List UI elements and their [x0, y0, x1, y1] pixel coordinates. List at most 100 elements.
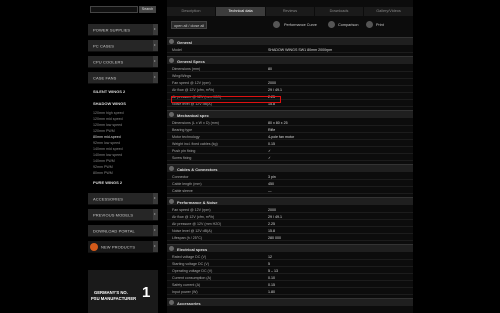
nav-accessories[interactable]: ACCESSORIES [88, 193, 158, 205]
section-header[interactable]: Cables & Connectors [167, 164, 413, 172]
section-header[interactable]: General Specs [167, 56, 413, 64]
spec-row: Input power (W) 1.80 [167, 288, 413, 295]
tab-reviews[interactable]: Reviews [266, 7, 314, 16]
spec-label: Safety current (A) [172, 282, 201, 287]
nav-power-supplies[interactable]: POWER SUPPLIES [88, 24, 158, 36]
section-icon [169, 39, 174, 44]
spec-row: Dimensions (L x W x D) (mm) 80 x 80 x 25 [167, 119, 413, 126]
section-icon [169, 300, 174, 305]
section-title: Cables & Connectors [177, 166, 218, 172]
spec-row: Starting voltage DC (V) 5 [167, 260, 413, 267]
spec-value: — [268, 188, 272, 193]
spec-label: Air pressure @ 12V (mm H2O) [172, 221, 222, 226]
section-header[interactable]: General [167, 37, 413, 45]
compare-icon [328, 21, 335, 28]
main-content: Description Technical data Reviews Downl… [167, 0, 413, 313]
nav-pure-wings[interactable]: PURE WINGS 2 [93, 180, 122, 185]
section-icon [169, 199, 174, 204]
performance-curve-button[interactable]: Performance Curve [282, 21, 319, 29]
highlight-box [171, 96, 281, 103]
nav-sub-item[interactable]: 80mm PWM [93, 171, 113, 175]
spec-label: Air flow @ 12V (cfm, m³/h) [172, 214, 215, 219]
nav-sub-item[interactable]: 140mm PWM [93, 159, 115, 163]
search-button[interactable]: Search [139, 6, 156, 13]
spec-value: 2000 [268, 80, 276, 85]
spec-label: Cable length (mm) [172, 181, 202, 186]
section-title: Accessories [177, 300, 201, 306]
comparison-button[interactable]: Comparison [336, 21, 360, 29]
tab-gallery[interactable]: Gallery/Videos [364, 7, 413, 16]
spec-value: 80 x 80 x 25 [268, 120, 288, 125]
tab-technical-data[interactable]: Technical data [216, 7, 265, 16]
nav-sub-item[interactable]: 140mm mid speed [93, 147, 123, 151]
spec-label: Starting voltage DC (V) [172, 261, 209, 266]
spec-value: 0.10 [268, 275, 275, 280]
section-header[interactable]: Mechanical spec [167, 110, 413, 118]
search-input[interactable] [90, 6, 138, 13]
nav-label: CPU COOLERS [93, 59, 124, 64]
spec-row: Screw fixing ✓ [167, 154, 413, 161]
spec-row: Cable length (mm) 450 [167, 180, 413, 187]
spec-row: Safety current (A) 0.15 [167, 281, 413, 288]
nav-shadow-wings[interactable]: SHADOW WINGS [93, 101, 126, 106]
spec-label: Input power (W) [172, 289, 198, 294]
nav-download-portal[interactable]: DOWNLOAD PORTAL [88, 225, 158, 237]
chevron-down-icon [153, 72, 158, 83]
nav-sub-item[interactable]: 120mm mid speed [93, 117, 123, 121]
spec-label: Fan speed @ 12V (rpm) [172, 207, 211, 212]
section-title: General Specs [177, 58, 205, 64]
spec-value: SHADOW WINGS SW1 80mm 2000rpm [268, 47, 333, 52]
spec-value: 80 [268, 66, 272, 71]
spec-row: Bearing type Rifle [167, 126, 413, 133]
spec-label: Model [172, 47, 182, 52]
nav-label: NEW PRODUCTS [101, 244, 136, 249]
spec-label: Noise level @ 12V dB(A) [172, 228, 212, 233]
promo-line2: PSU MANUFACTURER [91, 296, 137, 301]
nav-sub-item[interactable]: 140mm low speed [93, 153, 122, 157]
nav-pc-cases[interactable]: PC CASES [88, 40, 158, 52]
spec-value: ✓ [268, 155, 272, 160]
nav-sub-item[interactable]: 80mm mid-speed [93, 135, 121, 139]
section-icon [169, 58, 174, 63]
chevron-right-icon [153, 193, 158, 204]
nav-silent-wings[interactable]: SILENT WINGS 2 [93, 89, 125, 94]
spec-value: ✓ [268, 148, 272, 153]
print-button[interactable]: Print [374, 21, 386, 29]
spec-row: Operating voltage DC (V) 5 – 13 [167, 267, 413, 274]
spec-row: Motor technology 4-pole fan motor [167, 133, 413, 140]
spec-row: Rated voltage DC (V) 12 [167, 253, 413, 260]
nav-new-products[interactable]: NEW PRODUCTS [88, 241, 158, 253]
spec-value: 12 [268, 254, 272, 259]
nav-sub-item[interactable]: 120mm high speed [93, 111, 124, 115]
nav-sub-item[interactable]: 92mm PWM [93, 165, 113, 169]
nav-sub-item[interactable]: 92mm low speed [93, 141, 120, 145]
spec-label: Cable sleeve [172, 188, 193, 193]
spec-label: Screw fixing [172, 155, 192, 160]
spec-label: Weight incl. fixed cables (kg) [172, 141, 218, 146]
nav-cpu-coolers[interactable]: CPU COOLERS [88, 56, 158, 68]
nav-sub-item[interactable]: 120mm low speed [93, 123, 122, 127]
spec-value: Rifle [268, 127, 276, 132]
open-close-all-button[interactable]: open all / close all [171, 21, 208, 29]
nav-case-fans[interactable]: CASE FANS [88, 72, 158, 84]
section-header[interactable]: Electrical specs [167, 244, 413, 252]
spec-label: Rated voltage DC (V) [172, 254, 207, 259]
tab-downloads[interactable]: Downloads [315, 7, 363, 16]
nav-sub-item[interactable]: 120mm PWM [93, 129, 115, 133]
spec-label: Lifespan (h / 25°C) [172, 235, 203, 240]
chevron-right-icon [153, 209, 158, 220]
chevron-right-icon [153, 225, 158, 236]
section-header[interactable]: Accessories [167, 298, 413, 306]
nav-label: POWER SUPPLIES [93, 27, 131, 32]
nav-previous-models[interactable]: PREVIOUS MODELS [88, 209, 158, 221]
promo-banner[interactable]: GERMANY'S NO. PSU MANUFACTURER 1 [88, 270, 158, 313]
curve-icon [273, 21, 280, 28]
section-header[interactable]: Performance & Noise [167, 197, 413, 205]
spec-row: Air flow @ 12V (cfm, m³/h) 29 / 49.1 [167, 86, 413, 93]
spec-value: 2.25 [268, 221, 275, 226]
spec-value: 280 000 [268, 235, 281, 240]
spec-label: Connector [172, 174, 189, 179]
section-icon [169, 112, 174, 117]
tab-description[interactable]: Description [167, 7, 215, 16]
nav-label: PREVIOUS MODELS [93, 212, 134, 217]
